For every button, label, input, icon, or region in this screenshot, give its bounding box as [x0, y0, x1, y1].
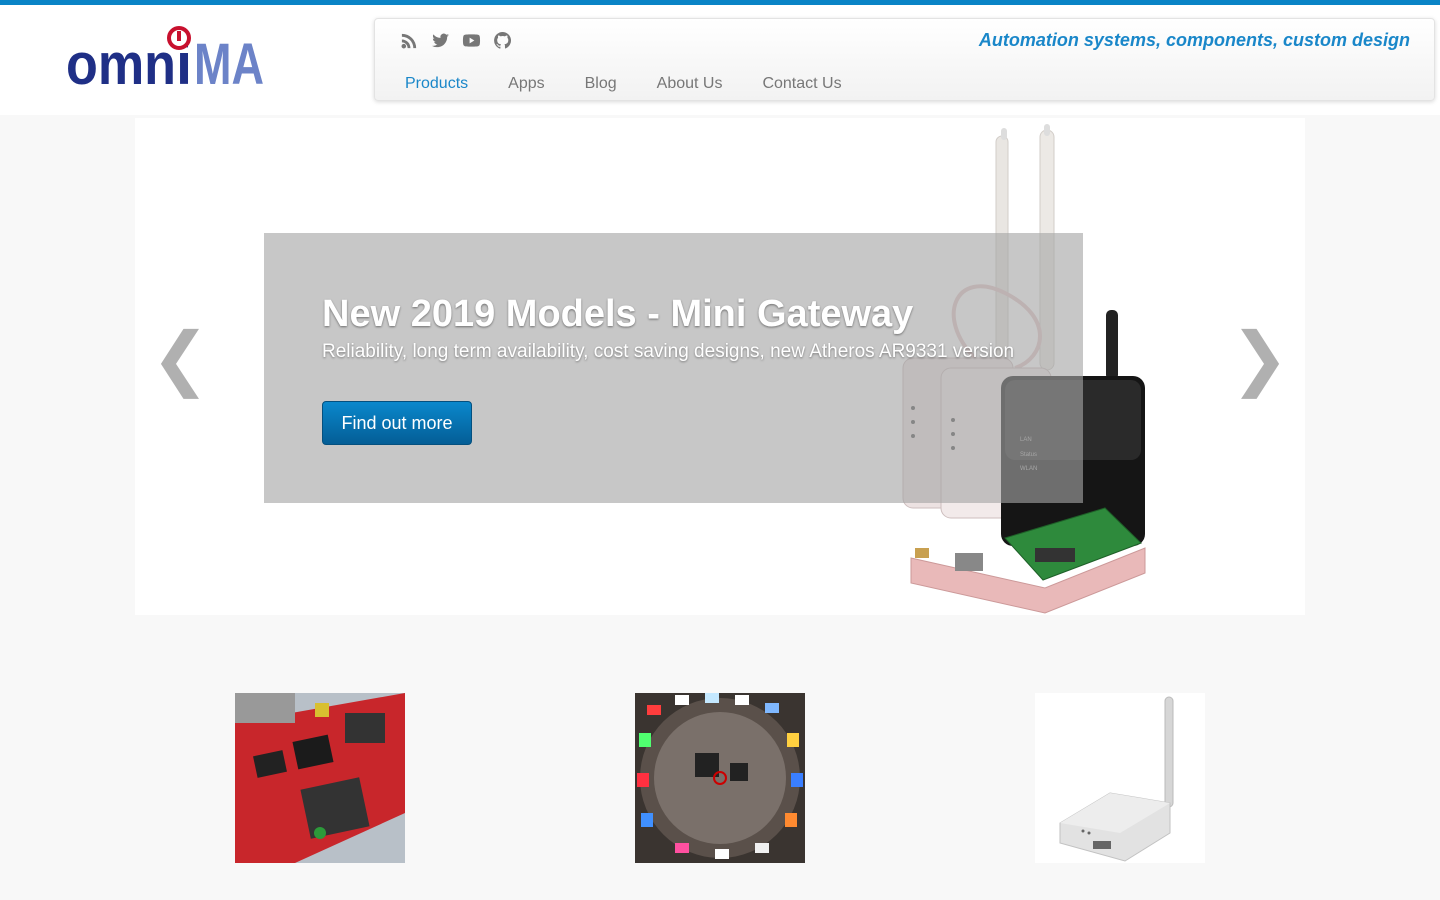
navbar: Automation systems, components, custom d… [374, 18, 1435, 101]
carousel-subtitle: Reliability, long term availability, cos… [322, 341, 1015, 362]
product-thumb-wifi-router[interactable] [1035, 693, 1205, 863]
circuit-board-image [235, 693, 405, 863]
find-out-more-button[interactable]: Find out more [322, 401, 472, 445]
twitter-icon[interactable] [430, 30, 451, 51]
social-links [399, 30, 513, 51]
rss-icon[interactable] [399, 30, 420, 51]
main-nav: Products Apps Blog About Us Contact Us [405, 75, 882, 93]
logo[interactable]: omn i MA [66, 22, 266, 97]
nav-apps[interactable]: Apps [508, 75, 544, 93]
tagline: Automation systems, components, custom d… [978, 30, 1410, 50]
product-thumb-led-ring[interactable] [635, 693, 805, 863]
svg-text:omn: omn [66, 32, 176, 88]
hero-carousel: LAN Status WLAN New 2019 Models - Mini G… [135, 118, 1305, 615]
youtube-icon[interactable] [461, 30, 482, 51]
omnima-logo-icon: omn i MA [66, 26, 264, 97]
wifi-router-image [1035, 693, 1205, 863]
github-icon[interactable] [492, 30, 513, 51]
carousel-title: New 2019 Models - Mini Gateway [322, 293, 914, 335]
nav-blog[interactable]: Blog [585, 75, 617, 93]
product-thumb-circuit-board[interactable] [235, 693, 405, 863]
led-ring-image [635, 693, 805, 863]
nav-about-us[interactable]: About Us [657, 75, 723, 93]
carousel-caption: New 2019 Models - Mini Gateway Reliabili… [264, 233, 1083, 503]
nav-contact-us[interactable]: Contact Us [762, 75, 841, 93]
nav-products[interactable]: Products [405, 75, 468, 93]
svg-text:MA: MA [194, 32, 264, 88]
carousel-next-icon[interactable]: ❯ [1230, 323, 1289, 393]
carousel-prev-icon[interactable]: ❮ [151, 323, 210, 393]
